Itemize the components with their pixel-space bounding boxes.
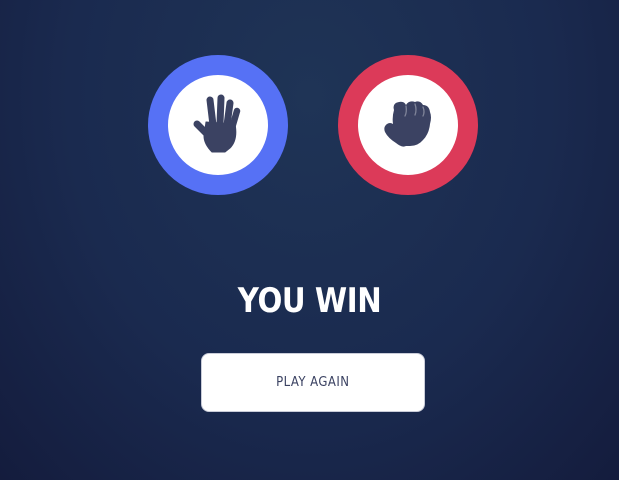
player-choice-paper bbox=[148, 55, 288, 195]
paper-hand-icon bbox=[192, 94, 244, 156]
house-choice-rock bbox=[338, 55, 478, 195]
game-result-screen: YOU WIN PLAY AGAIN bbox=[0, 0, 619, 480]
result-heading: YOU WIN bbox=[237, 281, 382, 321]
play-again-button[interactable]: PLAY AGAIN bbox=[201, 353, 425, 412]
play-again-label: PLAY AGAIN bbox=[276, 375, 350, 390]
rock-fist-icon bbox=[382, 100, 434, 150]
